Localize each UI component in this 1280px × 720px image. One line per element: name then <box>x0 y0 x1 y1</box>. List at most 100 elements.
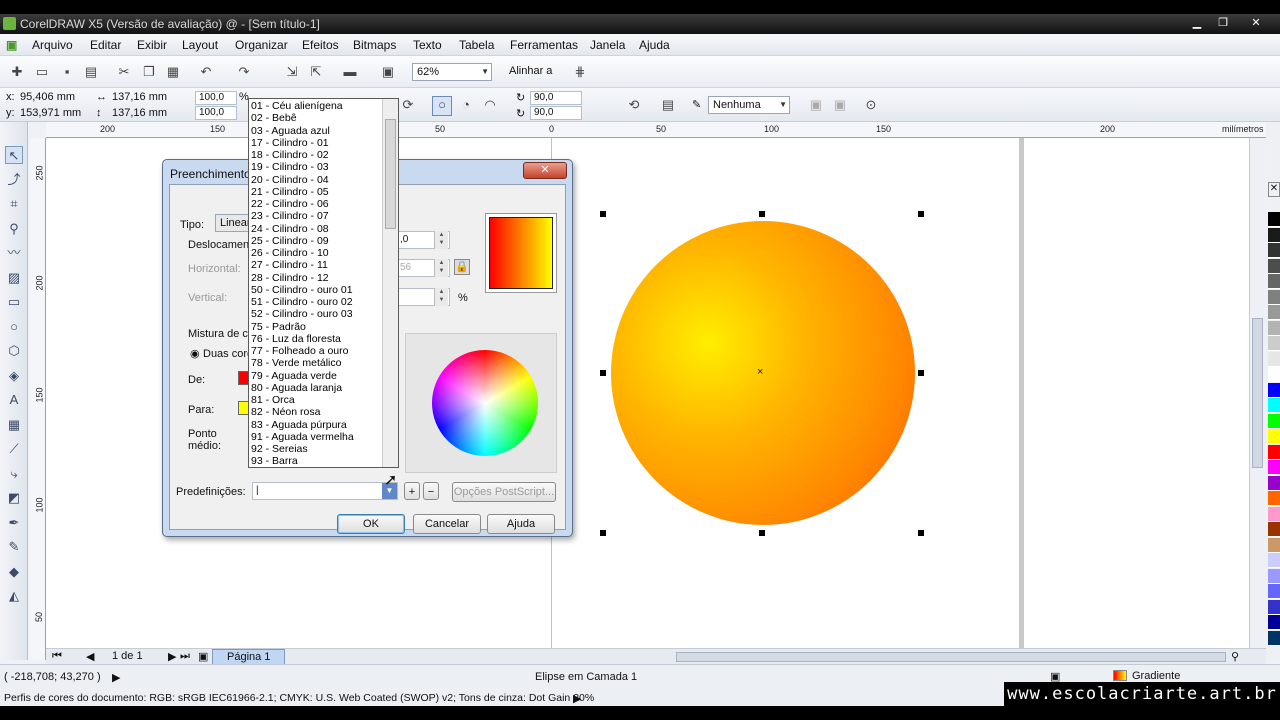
selection-handle[interactable] <box>918 530 924 536</box>
preset-item[interactable]: 81 - Orca <box>251 394 295 406</box>
horizontal-scrollbar[interactable] <box>676 652 1226 662</box>
edge-pad-spinner[interactable]: ▲ ▼ <box>434 259 448 277</box>
arrow-right-icon[interactable]: ▶ <box>112 671 120 684</box>
preset-item[interactable]: 79 - Aguada verde <box>251 370 337 382</box>
dropdown-scrollbar[interactable] <box>382 99 398 467</box>
arc-mode-icon[interactable]: ◠ <box>482 97 498 113</box>
preset-item[interactable]: 75 - Padrão <box>251 321 306 333</box>
welcome-screen-icon[interactable]: ▣ <box>380 64 396 80</box>
palette-swatch[interactable] <box>1268 522 1280 537</box>
palette-swatch[interactable] <box>1268 258 1280 274</box>
selection-handle[interactable] <box>600 530 606 536</box>
scale-x-field[interactable]: 100,0 <box>195 91 237 105</box>
selection-handle[interactable] <box>918 211 924 217</box>
add-preset-button[interactable]: + <box>404 482 420 500</box>
selection-handle[interactable] <box>600 370 606 376</box>
preset-item[interactable]: 78 - Verde metálico <box>251 357 341 369</box>
preset-item[interactable]: 01 - Céu alienígena <box>251 100 343 112</box>
palette-swatch[interactable] <box>1268 444 1280 460</box>
zoom-tool-icon[interactable]: ⚲ <box>5 220 23 238</box>
table-tool-icon[interactable]: ▦ <box>5 416 23 434</box>
vertical-ruler[interactable]: 250 200 150 100 50 <box>30 138 46 660</box>
preset-item[interactable]: 91 - Aguada vermelha <box>251 431 354 443</box>
interactive-fill-icon[interactable]: ◭ <box>5 587 23 605</box>
palette-swatch[interactable] <box>1268 506 1280 522</box>
remove-preset-button[interactable]: − <box>423 482 439 500</box>
import-icon[interactable]: ⇲ <box>284 64 300 80</box>
save-icon[interactable]: ▪ <box>59 64 75 80</box>
convert-curves-icon[interactable]: ⊙ <box>863 97 879 113</box>
menu-arquivo[interactable]: Arquivo <box>32 38 73 52</box>
x-value[interactable]: 95,406 mm <box>20 91 75 103</box>
zoom-combo[interactable]: 62% ▼ <box>412 63 492 81</box>
palette-swatch[interactable] <box>1268 336 1280 351</box>
pie-mode-icon[interactable]: ◔ <box>458 97 474 113</box>
dialog-close-button[interactable]: ✕ <box>523 162 567 179</box>
preset-item[interactable]: 83 - Aguada púrpura <box>251 419 347 431</box>
palette-swatch[interactable] <box>1268 460 1280 475</box>
preset-item[interactable]: 26 - Cilindro - 10 <box>251 247 329 259</box>
close-button[interactable]: ✕ <box>1245 16 1267 31</box>
vertical-spinner[interactable]: ▲ ▼ <box>434 288 448 306</box>
snap-icon[interactable]: ⋕ <box>572 64 588 80</box>
pick-tool-icon[interactable]: ↖ <box>5 146 23 164</box>
preset-item[interactable]: 77 - Folheado a ouro <box>251 345 348 357</box>
ok-button[interactable]: OK <box>337 514 405 534</box>
smart-fill-icon[interactable]: ▨ <box>5 269 23 287</box>
height-value[interactable]: 137,16 mm <box>112 107 167 119</box>
palette-swatch[interactable] <box>1268 212 1280 227</box>
menu-ferramentas[interactable]: Ferramentas <box>510 38 578 52</box>
width-value[interactable]: 137,16 mm <box>112 91 167 103</box>
freehand-tool-icon[interactable]: 〰 <box>5 244 23 262</box>
last-page-icon[interactable]: ⏭ <box>180 650 190 663</box>
selection-handle[interactable] <box>600 211 606 217</box>
color-wheel[interactable] <box>432 350 538 456</box>
align-label[interactable]: Alinhar a <box>509 65 552 77</box>
eyedropper-tool-icon[interactable]: ✒ <box>5 514 23 532</box>
palette-swatch[interactable] <box>1268 429 1280 444</box>
palette-swatch[interactable] <box>1268 615 1280 630</box>
paste-icon[interactable]: ▦ <box>165 64 181 80</box>
dimension-tool-icon[interactable]: ⟋ <box>5 440 23 458</box>
add-page-icon[interactable]: ▣ <box>198 650 208 663</box>
undo-icon[interactable]: ↶ <box>198 64 214 80</box>
rectangle-tool-icon[interactable]: ▭ <box>5 293 23 311</box>
preset-item[interactable]: 24 - Cilindro - 08 <box>251 223 329 235</box>
arrow-right-icon[interactable]: ▶ <box>573 692 581 705</box>
menu-tabela[interactable]: Tabela <box>459 38 494 52</box>
menu-exibir[interactable]: Exibir <box>137 38 167 52</box>
palette-swatch[interactable] <box>1268 584 1280 599</box>
palette-swatch[interactable] <box>1268 537 1280 553</box>
menu-organizar[interactable]: Organizar <box>235 38 288 52</box>
application-launcher-icon[interactable]: ▬ <box>342 64 358 80</box>
page-tab[interactable]: Página 1 <box>212 649 286 664</box>
wrap-icon[interactable]: ▤ <box>660 97 676 113</box>
cancel-button[interactable]: Cancelar <box>413 514 481 534</box>
preset-item[interactable]: 21 - Cilindro - 05 <box>251 186 329 198</box>
palette-swatch[interactable] <box>1268 475 1280 491</box>
palette-swatch[interactable] <box>1268 599 1280 615</box>
y-value[interactable]: 153,971 mm <box>20 107 81 119</box>
preset-item[interactable]: 93 - Barra <box>251 455 298 467</box>
preset-item[interactable]: 51 - Cilindro - ouro 02 <box>251 296 353 308</box>
no-color-swatch[interactable]: ✕ <box>1268 182 1280 197</box>
preset-item[interactable]: 18 - Cilindro - 02 <box>251 149 329 161</box>
scale-y-field[interactable]: 100,0 <box>195 106 237 120</box>
connector-tool-icon[interactable]: ⤷ <box>5 465 23 483</box>
new-icon[interactable]: ✚ <box>9 64 25 80</box>
palette-swatch[interactable] <box>1268 320 1280 336</box>
lock-icon[interactable]: 🔒 <box>454 259 470 275</box>
ellipse-mode-icon[interactable]: ○ <box>432 96 452 116</box>
preset-item[interactable]: 50 - Cilindro - ouro 01 <box>251 284 353 296</box>
horizontal-ruler[interactable]: 200 150 50 0 50 100 150 200 milímetros <box>46 122 1266 138</box>
menu-janela[interactable]: Janela <box>590 38 625 52</box>
radio-selected-icon[interactable]: ◉ <box>190 347 200 360</box>
palette-swatch[interactable] <box>1268 553 1280 568</box>
palette-swatch[interactable] <box>1268 568 1280 584</box>
preset-item[interactable]: 20 - Cilindro - 04 <box>251 174 329 186</box>
preset-item[interactable]: 25 - Cilindro - 09 <box>251 235 329 247</box>
presets-input[interactable]: | <box>252 482 398 500</box>
zoom-corner-icon[interactable]: ⚲ <box>1231 650 1239 663</box>
minimize-button[interactable]: ▁ <box>1186 16 1208 31</box>
start-angle-field[interactable]: 90,0 <box>530 91 582 105</box>
